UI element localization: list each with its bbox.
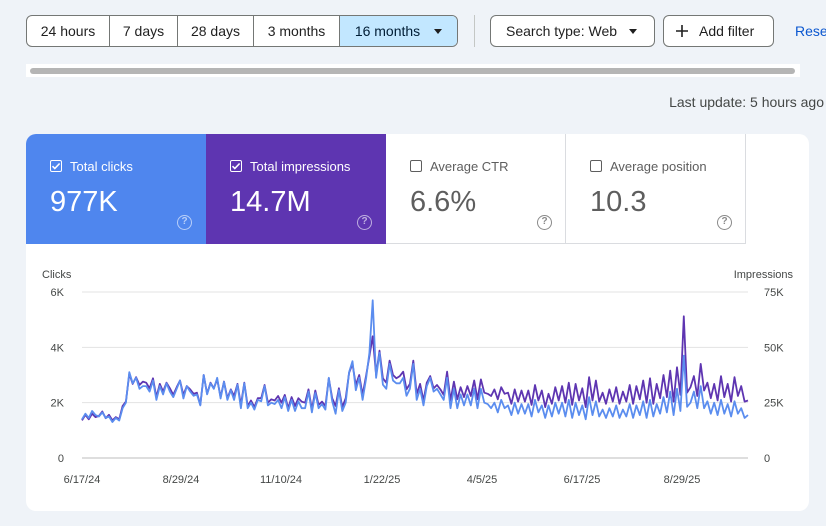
y-tick-label-left: 6K (51, 287, 65, 299)
performance-chart[interactable]: 0 0 2K 25K 4K 50K 6K 75K Clicks Impressions 6/17/2… (26, 134, 809, 511)
scrollbar-thumb[interactable] (30, 68, 795, 74)
x-tick-label: 6/17/25 (564, 474, 601, 486)
y-axis-label-right: Impressions (734, 269, 794, 281)
y-tick-label-left: 0 (58, 453, 64, 465)
y-tick-label-right: 75K (764, 287, 784, 299)
y-axis-label-left: Clicks (42, 269, 72, 281)
range-7-days[interactable]: 7 days (110, 16, 178, 46)
caret-down-icon (434, 28, 443, 34)
date-range-selector: 24 hours 7 days 28 days 3 months 16 mont… (26, 15, 458, 47)
x-tick-label: 1/22/25 (364, 474, 401, 486)
plus-icon (676, 25, 688, 37)
search-type-dropdown[interactable]: Search type: Web (490, 15, 655, 47)
toolbar-divider (474, 15, 475, 47)
last-update-text: Last update: 5 hours ago (669, 94, 824, 110)
y-tick-label-right: 25K (764, 398, 784, 410)
x-tick-label: 6/17/24 (64, 474, 101, 486)
add-filter-label: Add filter (699, 23, 755, 39)
y-tick-label-left: 4K (51, 342, 65, 354)
impressions-series-line (81, 315, 749, 422)
search-type-label: Search type: Web (506, 23, 618, 39)
performance-card: Total clicks 977K ? Total impressions 14… (26, 134, 809, 511)
y-tick-label-left: 2K (51, 398, 65, 410)
range-3-months[interactable]: 3 months (254, 16, 340, 46)
y-tick-label-right: 50K (764, 342, 784, 354)
add-filter-button[interactable]: Add filter (663, 15, 774, 47)
y-tick-label-right: 0 (764, 453, 770, 465)
range-28-days[interactable]: 28 days (178, 16, 254, 46)
x-tick-label: 8/29/24 (163, 474, 200, 486)
range-16-months-label: 16 months (354, 23, 421, 39)
range-16-months[interactable]: 16 months (340, 16, 457, 46)
horizontal-scrollbar[interactable] (26, 64, 800, 77)
reset-button[interactable]: Rese (795, 23, 826, 39)
x-tick-label: 11/10/24 (260, 474, 302, 486)
x-tick-label: 8/29/25 (664, 474, 701, 486)
caret-down-icon (629, 28, 638, 34)
x-tick-label: 4/5/25 (467, 474, 498, 486)
clicks-series-line (81, 299, 749, 423)
range-24-hours[interactable]: 24 hours (27, 16, 110, 46)
